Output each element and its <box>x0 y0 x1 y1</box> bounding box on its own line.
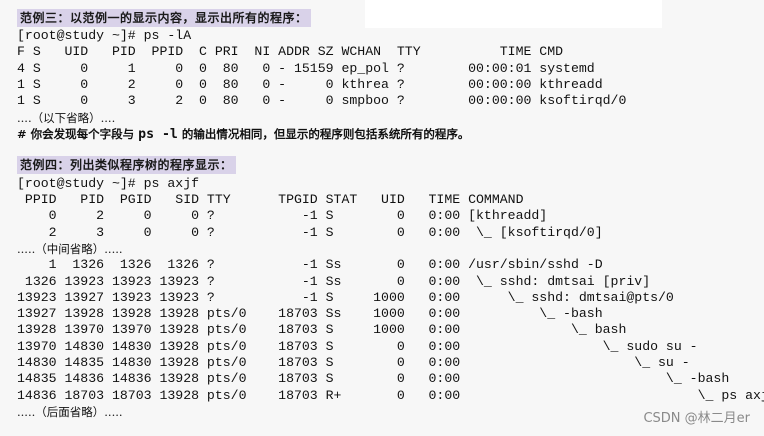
example3-note-prefix: # 你会发现每个字段与 <box>17 127 139 141</box>
example4-row: 1 1326 1326 1326 ? -1 Ss 0 0:00 /usr/sbi… <box>17 257 603 272</box>
example3-row: 1 S 0 3 2 0 80 0 - 0 smpboo ? 00:00:00 k… <box>17 93 627 108</box>
watermark: CSDN @林二月er <box>643 411 750 426</box>
example3-row: 1 S 0 2 0 0 80 0 - 0 kthrea ? 00:00:00 k… <box>17 77 603 92</box>
example4-row: 13927 13928 13928 13928 pts/0 18703 Ss 1… <box>17 306 603 321</box>
example3-heading: 范例三：以范例一的显示内容，显示出所有的程序： <box>17 9 311 27</box>
example4-row: 14836 18703 18703 13928 pts/0 18703 R+ 0… <box>17 388 764 403</box>
top-blank-band <box>365 0 662 28</box>
example4-row: 14835 14836 14836 13928 pts/0 18703 S 0 … <box>17 371 730 386</box>
example3-row: 4 S 0 1 0 0 80 0 - 15159 ep_pol ? 00:00:… <box>17 61 595 76</box>
example4-omitted-end: .....（后面省略）..... <box>17 405 123 419</box>
example4-row: 2 3 0 0 ? -1 S 0 0:00 \_ [ksoftirqd/0] <box>17 225 603 240</box>
example4-row: 0 2 0 0 ? -1 S 0 0:00 [kthreadd] <box>17 208 548 223</box>
example3-note-suffix: 的输出情况相同，但显示的程序则包括系统所有的程序。 <box>177 127 470 141</box>
example4-command: [root@study ~]# ps axjf <box>17 176 200 191</box>
example4-row: 13970 14830 14830 13928 pts/0 18703 S 0 … <box>17 339 698 354</box>
example3-note: # 你会发现每个字段与 ps -l 的输出情况相同，但显示的程序则包括系统所有的… <box>17 126 469 142</box>
example4-row: 13928 13970 13970 13928 pts/0 18703 S 10… <box>17 322 627 337</box>
example3-omitted: ....（以下省略）.... <box>17 111 116 125</box>
example3-command: [root@study ~]# ps -lA <box>17 28 192 43</box>
example4-row: 14830 14835 14830 13928 pts/0 18703 S 0 … <box>17 355 690 370</box>
example4-omitted-middle: .....（中间省略）..... <box>17 242 123 256</box>
example4-row: 13923 13927 13923 13923 ? -1 S 1000 0:00… <box>17 290 674 305</box>
example4-row: 1326 13923 13923 13923 ? -1 Ss 0 0:00 \_… <box>17 274 651 289</box>
example3-table-header: F S UID PID PPID C PRI NI ADDR SZ WCHAN … <box>17 44 564 59</box>
code-panel: 范例三：以范例一的显示内容，显示出所有的程序： [root@study ~]# … <box>0 0 764 436</box>
example3-note-command: ps -l <box>138 127 178 142</box>
example4-table-header: PPID PID PGID SID TTY TPGID STAT UID TIM… <box>17 192 524 207</box>
example4-heading: 范例四：列出类似程序树的程序显示： <box>17 156 236 174</box>
